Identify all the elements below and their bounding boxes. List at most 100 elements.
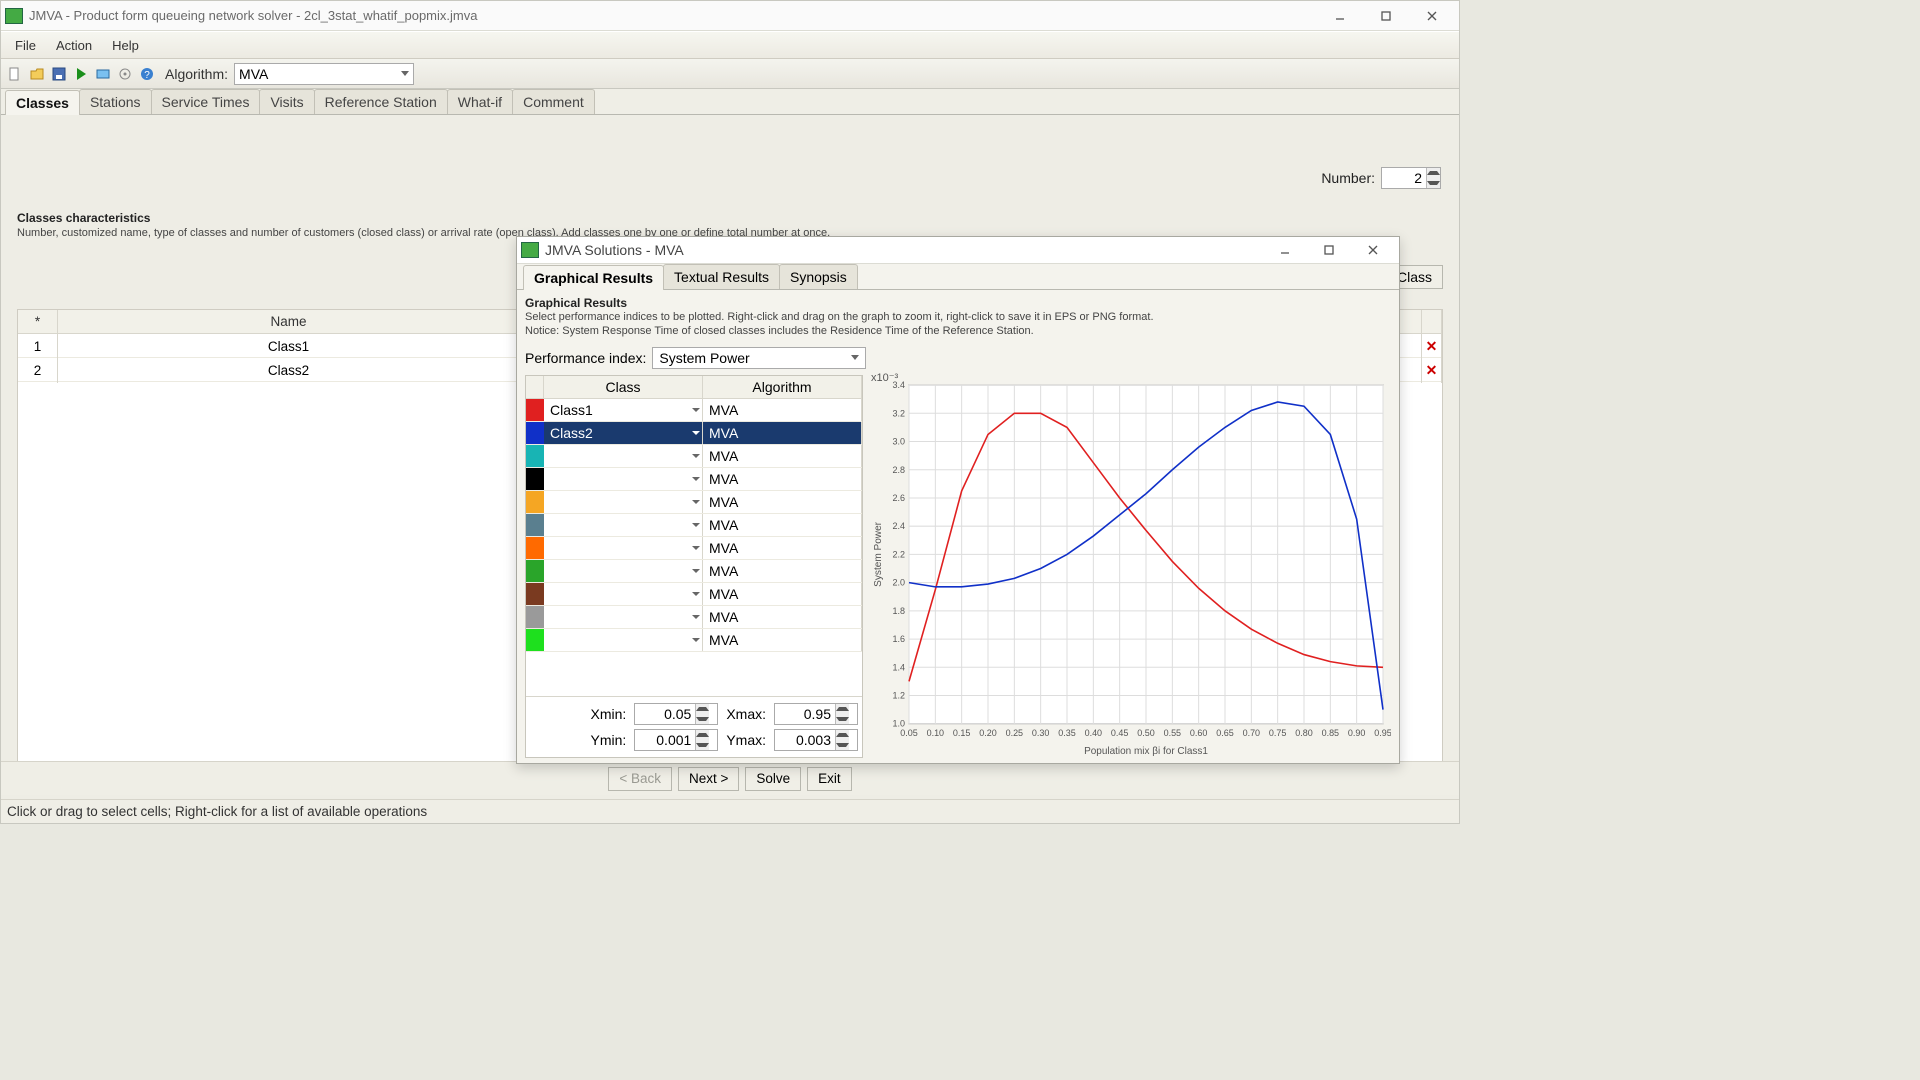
dialog-maximize-button[interactable] [1307,237,1351,263]
series-color-swatch[interactable] [526,560,544,582]
results-chart[interactable]: 0.050.100.150.200.250.300.350.400.450.50… [871,375,1391,758]
row-name[interactable]: Class2 [58,358,520,383]
series-color-swatch[interactable] [526,583,544,605]
xmax-input[interactable] [775,704,835,724]
series-class-select[interactable]: Class1 [544,399,703,421]
help-icon[interactable]: ? [137,64,157,84]
menu-file[interactable]: File [5,35,46,56]
spin-down-icon[interactable] [1427,178,1440,188]
spin-up-icon[interactable] [836,704,849,714]
next-button[interactable]: Next > [678,767,739,791]
series-row[interactable]: MVA [526,514,862,537]
ymin-input[interactable] [635,730,695,750]
ymin-spinner[interactable] [634,729,718,751]
series-class-select[interactable] [544,537,703,559]
spin-up-icon[interactable] [1427,168,1440,178]
series-color-swatch[interactable] [526,629,544,651]
run-icon[interactable] [71,64,91,84]
chart-panel[interactable]: x10⁻³ 0.050.100.150.200.250.300.350.400.… [871,375,1391,758]
tab-classes[interactable]: Classes [5,90,80,115]
tab-stations[interactable]: Stations [79,89,152,114]
ymax-input[interactable] [775,730,835,750]
series-row[interactable]: MVA [526,468,862,491]
spin-down-icon[interactable] [696,740,709,750]
axis-limits: Xmin: Xmax: Ymin: Ymax: [526,696,862,757]
spin-down-icon[interactable] [836,740,849,750]
series-class-select[interactable]: Class2 [544,422,703,444]
tab-reference-station[interactable]: Reference Station [314,89,448,114]
series-row[interactable]: MVA [526,445,862,468]
spin-up-icon[interactable] [696,730,709,740]
dialog-minimize-button[interactable] [1263,237,1307,263]
series-color-swatch[interactable] [526,491,544,513]
series-row[interactable]: MVA [526,629,862,652]
algorithm-select[interactable]: MVA [234,63,414,85]
menu-action[interactable]: Action [46,35,102,56]
col-name[interactable]: Name [58,310,520,333]
class-count-spinner[interactable] [1381,167,1441,189]
spin-up-icon[interactable] [696,704,709,714]
y-exponent-label: x10⁻³ [871,371,898,384]
back-button[interactable]: < Back [608,767,672,791]
row-name[interactable]: Class1 [58,334,520,359]
svg-text:2.6: 2.6 [893,493,905,503]
series-color-swatch[interactable] [526,606,544,628]
series-class-select[interactable] [544,514,703,536]
delete-row-icon[interactable]: ✕ [1422,358,1442,383]
series-col-class[interactable]: Class [544,376,703,398]
series-class-select[interactable] [544,491,703,513]
series-class-select[interactable] [544,445,703,467]
series-color-swatch[interactable] [526,422,544,444]
maximize-button[interactable] [1363,2,1409,30]
solve-button[interactable]: Solve [745,767,801,791]
dialog-tab-synopsis[interactable]: Synopsis [779,264,858,289]
new-file-icon[interactable] [5,64,25,84]
series-row[interactable]: MVA [526,606,862,629]
col-index[interactable]: * [18,310,58,333]
xmin-label: Xmin: [591,706,627,722]
spin-down-icon[interactable] [836,714,849,724]
series-row[interactable]: Class1MVA [526,399,862,422]
series-row[interactable]: MVA [526,583,862,606]
series-row[interactable]: Class2MVA [526,422,862,445]
svg-text:0.25: 0.25 [1006,727,1023,737]
random-icon[interactable] [93,64,113,84]
delete-row-icon[interactable]: ✕ [1422,334,1442,359]
spin-down-icon[interactable] [696,714,709,724]
dialog-close-button[interactable] [1351,237,1395,263]
series-color-swatch[interactable] [526,445,544,467]
series-class-select[interactable] [544,629,703,651]
exit-button[interactable]: Exit [807,767,852,791]
series-row[interactable]: MVA [526,537,862,560]
xmax-spinner[interactable] [774,703,858,725]
menu-help[interactable]: Help [102,35,149,56]
xmin-spinner[interactable] [634,703,718,725]
class-count-input[interactable] [1382,168,1426,188]
ymax-spinner[interactable] [774,729,858,751]
series-col-algorithm[interactable]: Algorithm [703,376,862,398]
series-row[interactable]: MVA [526,560,862,583]
save-file-icon[interactable] [49,64,69,84]
series-color-swatch[interactable] [526,399,544,421]
open-file-icon[interactable] [27,64,47,84]
series-color-swatch[interactable] [526,537,544,559]
series-color-swatch[interactable] [526,514,544,536]
spin-up-icon[interactable] [836,730,849,740]
tab-service-times[interactable]: Service Times [151,89,261,114]
series-class-select[interactable] [544,468,703,490]
settings-icon[interactable] [115,64,135,84]
series-color-swatch[interactable] [526,468,544,490]
performance-index-select[interactable]: System Power [652,347,866,369]
tab-comment[interactable]: Comment [512,89,595,114]
series-row[interactable]: MVA [526,491,862,514]
xmin-input[interactable] [635,704,695,724]
close-button[interactable] [1409,2,1455,30]
tab-visits[interactable]: Visits [259,89,314,114]
series-class-select[interactable] [544,606,703,628]
series-class-select[interactable] [544,560,703,582]
series-class-select[interactable] [544,583,703,605]
tab-what-if[interactable]: What-if [447,89,513,114]
dialog-tab-textual-results[interactable]: Textual Results [663,264,780,289]
minimize-button[interactable] [1317,2,1363,30]
dialog-tab-graphical-results[interactable]: Graphical Results [523,265,664,290]
